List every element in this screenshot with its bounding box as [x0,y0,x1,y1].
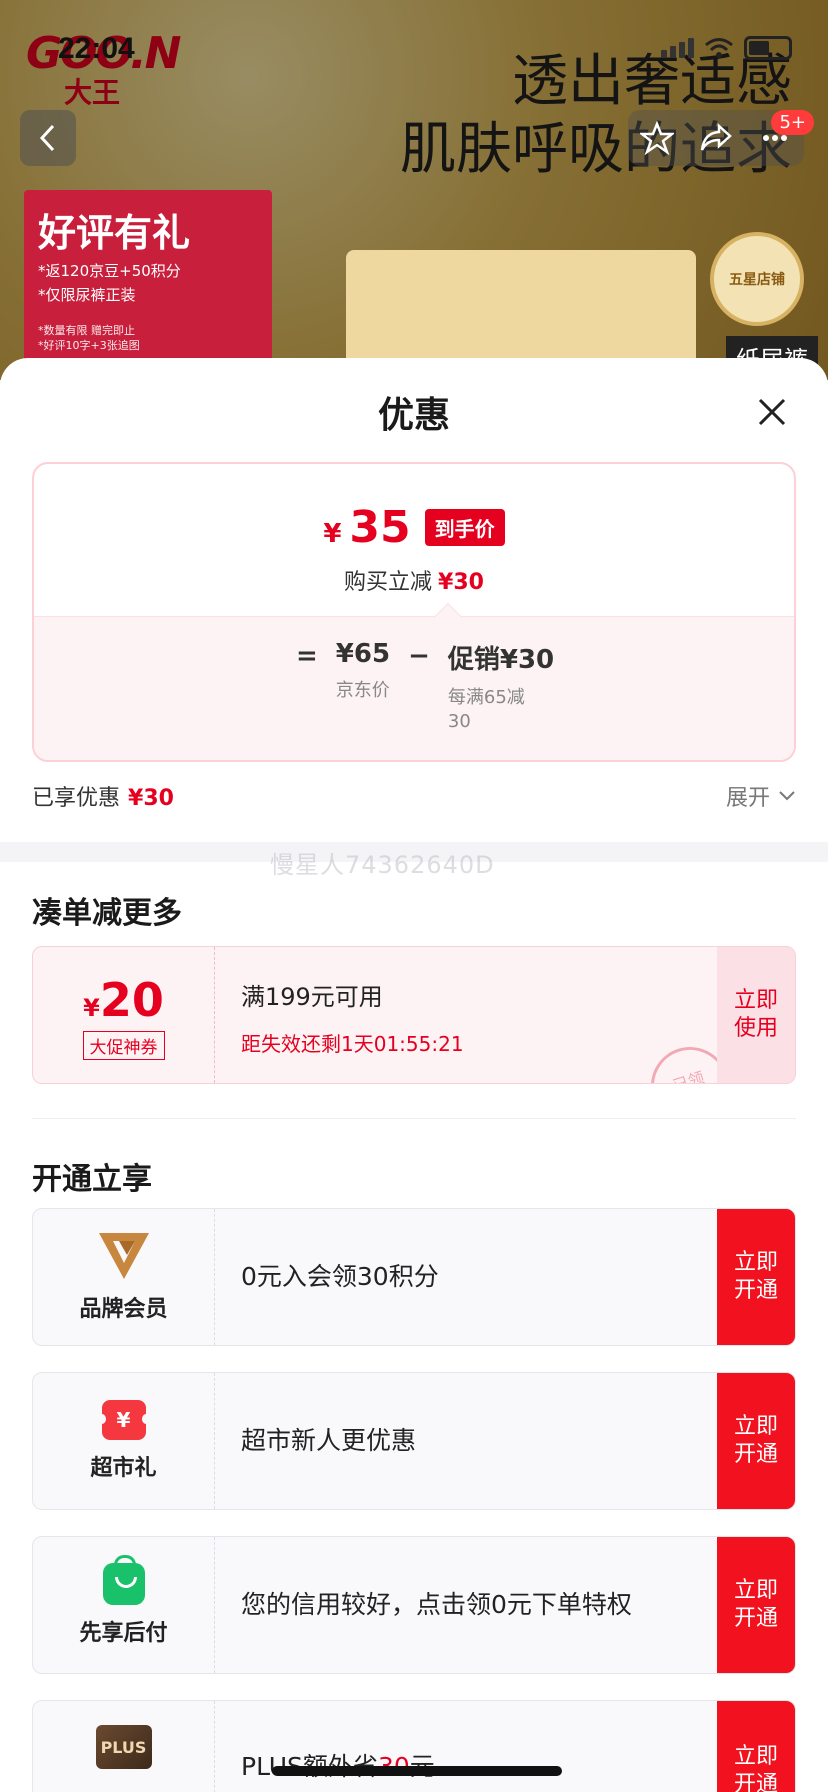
coupon-type-tag: 大促神券 [82,1031,165,1060]
benefit-name: 超市礼 [90,1456,157,1481]
instant-reduce-row: 购买立减 ¥30 [34,564,794,596]
signal-icon [661,38,694,58]
enjoyed-value: ¥30 [128,786,174,811]
back-button[interactable] [20,110,76,166]
open-now-button[interactable]: 立即 开通 [717,1373,795,1509]
enjoyed-discount-row: 已享优惠 ¥30 展开 [32,780,796,812]
promo-title: 好评有礼 [38,211,191,255]
benefit-card-pay-later[interactable]: 先享后付 您的信用较好，点击领0元下单特权 立即 开通 [32,1536,796,1674]
message-count-badge: 5+ [771,110,814,135]
discount-bottom-sheet: 优惠 ¥ 35 到手价 购买立减 ¥30 = ¥65 京东价 − 促销¥30 每… [0,358,828,1792]
use-coupon-button[interactable]: 立即 使用 [717,947,795,1083]
benefit-icon-block: PLUS [33,1701,215,1792]
plus-icon: PLUS [95,1725,152,1769]
chevron-down-icon [779,791,795,801]
equals-sign: = [296,641,318,671]
final-price-row: ¥ 35 到手价 [34,502,794,553]
user-watermark: 慢星人74362640D [270,851,495,879]
home-indicator[interactable] [272,1766,562,1776]
benefit-icon-block: 品牌会员 [33,1209,215,1345]
brand-logo-sub: 大王 [64,76,121,109]
open-now-line-2: 开通 [733,1772,778,1792]
open-now-line-2: 开通 [733,1442,778,1467]
more-section-title: 凑单减更多 [32,896,182,931]
open-now-line-1: 立即 [733,1414,778,1439]
open-now-line-2: 开通 [733,1606,778,1631]
final-price-card: ¥ 35 到手价 购买立减 ¥30 = ¥65 京东价 − 促销¥30 每满65… [32,462,796,762]
promo-line-2: *仅限尿裤正装 [38,286,136,304]
final-price-currency: ¥ [323,519,342,549]
jd-price-label: 京东价 [335,680,390,701]
status-time: 22:04 [58,32,135,65]
favorite-star-icon[interactable] [640,121,675,155]
open-now-button[interactable]: 立即 开通 [717,1701,795,1792]
chevron-left-icon [39,124,55,152]
minus-sign: − [408,641,430,671]
benefit-desc: 0元入会领30积分 [241,1262,439,1291]
coupon-card[interactable]: ¥20 大促神券 满199元可用 距失效还剩1天01:55:21 已领 立即 使… [32,946,796,1084]
open-now-line-2: 开通 [733,1278,778,1303]
divider [32,1118,796,1119]
wifi-icon [705,38,733,58]
promo-desc-line-2: 30 [447,711,471,732]
use-coupon-line-1: 立即 [733,988,778,1013]
expand-label: 展开 [725,786,770,811]
promo-fine-2: *好评10字+3张追图 [38,339,140,352]
final-price-value: 35 [349,502,411,553]
open-now-button[interactable]: 立即 开通 [717,1209,795,1345]
promo-column: 促销¥30 每满65减 30 [448,639,554,734]
jd-price-value: ¥65 [335,639,391,669]
five-star-store-badge: 五星店铺 [710,232,804,326]
promo-line-1: *返120京豆+50积分 [38,262,181,280]
brand-member-v-icon [98,1233,149,1279]
price-formula: = ¥65 京东价 − 促销¥30 每满65减 30 [296,639,554,734]
status-icons [661,36,792,60]
open-section-title: 开通立享 [32,1162,152,1197]
supermarket-gift-icon: ¥ [97,1400,150,1440]
coupon-info: 满199元可用 距失效还剩1天01:55:21 [241,977,464,1057]
battery-icon [744,36,792,60]
jd-price-column: ¥65 京东价 [336,639,390,703]
instant-reduce-value: ¥30 [438,570,484,595]
benefit-card-brand-member[interactable]: 品牌会员 0元入会领30积分 立即 开通 [32,1208,796,1346]
review-promo-banner: 好评有礼 *返120京豆+50积分 *仅限尿裤正装 *数量有限 赠完即止 *好评… [24,190,272,380]
benefit-desc: 您的信用较好，点击领0元下单特权 [241,1590,632,1619]
instant-reduce-label: 购买立减 [344,570,433,595]
final-price-section: ¥ 35 到手价 购买立减 ¥30 [34,464,794,616]
benefit-desc: 超市新人更优惠 [241,1426,417,1455]
benefit-name: 品牌会员 [79,1297,168,1322]
share-icon[interactable] [699,121,733,155]
open-now-button[interactable]: 立即 开通 [717,1537,795,1673]
coupon-value: 20 [99,973,164,1027]
coupon-currency: ¥ [83,994,100,1022]
benefit-card-plus[interactable]: PLUS PLUS额外省30元 立即 开通 [32,1700,796,1792]
benefit-icon-block: ¥ 超市礼 [33,1373,215,1509]
sheet-title: 优惠 [377,395,450,436]
close-icon[interactable] [752,392,792,432]
pay-later-bag-icon [102,1555,145,1605]
promo-value: 促销¥30 [447,645,555,675]
promo-fine-1: *数量有限 赠完即止 [38,324,135,337]
benefit-name: 先享后付 [79,1621,168,1646]
open-now-line-1: 立即 [733,1578,778,1603]
price-breakdown: = ¥65 京东价 − 促销¥30 每满65减 30 [34,602,794,760]
use-coupon-line-2: 使用 [733,1016,778,1041]
coupon-countdown: 距失效还剩1天01:55:21 [241,1032,464,1056]
final-price-tag: 到手价 [424,509,505,546]
benefit-icon-block: 先享后付 [33,1537,215,1673]
enjoyed-label: 已享优惠 [32,786,121,811]
expand-toggle[interactable]: 展开 [726,780,796,812]
coupon-amount-block: ¥20 大促神券 [33,947,215,1083]
promo-desc: 每满65减 30 [448,686,554,734]
open-now-line-1: 立即 [733,1250,778,1275]
open-now-line-1: 立即 [733,1744,778,1769]
coupon-amount: ¥20 [33,973,214,1027]
benefit-desc: PLUS额外省30元 [241,1701,641,1792]
coupon-condition: 满199元可用 [241,983,383,1011]
promo-desc-line-1: 每满65减 [447,687,525,708]
benefit-card-supermarket-gift[interactable]: ¥ 超市礼 超市新人更优惠 立即 开通 [32,1372,796,1510]
